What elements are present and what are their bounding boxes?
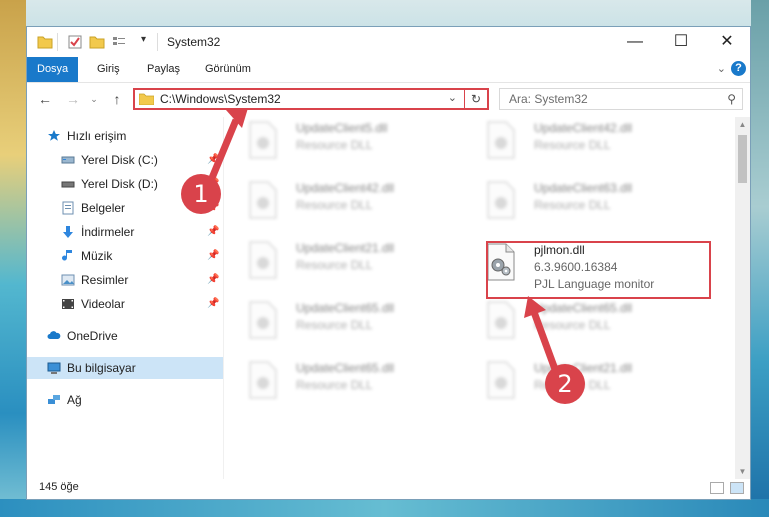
annotation-arrows [208, 108, 560, 374]
step-2-badge: 2 [545, 364, 585, 404]
arrow-1 [208, 118, 240, 180]
arrow-2 [530, 310, 560, 374]
step-1-badge: 1 [181, 174, 221, 214]
